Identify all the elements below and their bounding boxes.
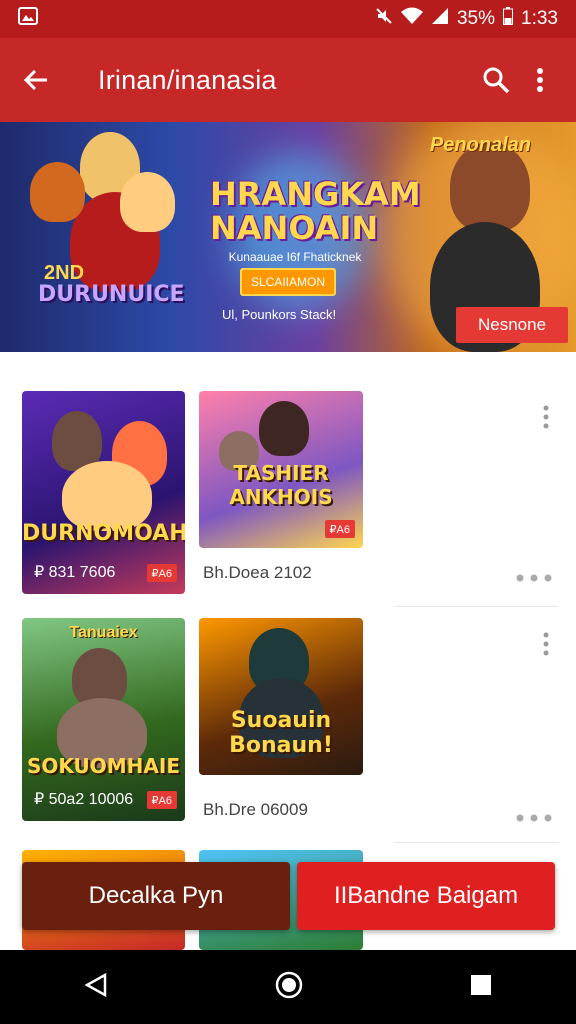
- card-tag: ₽A6: [324, 520, 355, 538]
- banner-cta-button[interactable]: Nesnone: [456, 307, 568, 343]
- row-divider: [395, 606, 558, 607]
- item-menu-button[interactable]: [536, 632, 556, 656]
- card-caption: Bh.Doea 2102: [203, 563, 312, 582]
- game-card[interactable]: TASHIER ANKHOIS ₽A6: [199, 391, 363, 548]
- status-bar: 35% 1:33: [0, 0, 576, 38]
- promo-banner[interactable]: DURUNUICE 2ND HRANGKAM NANOAIN Kunaauae …: [0, 122, 576, 352]
- recents-square-icon: [471, 974, 492, 995]
- item-menu-button[interactable]: [536, 405, 556, 429]
- banner-left-title: DURUNUICE: [38, 282, 185, 307]
- more-vert-icon: [537, 68, 543, 92]
- item-options-button[interactable]: [516, 566, 552, 587]
- home-circle-icon: [275, 971, 303, 998]
- game-price: ₽ 831 7606: [34, 564, 116, 581]
- game-card[interactable]: Suoauin Bonaun!: [199, 618, 363, 775]
- game-price: ₽ 50a2 10006: [34, 791, 134, 808]
- banner-title: HRANGKAM NANOAIN: [210, 175, 421, 247]
- nav-home-button[interactable]: [274, 970, 304, 1005]
- more-vert-icon: [543, 632, 549, 656]
- app-title: Irinan/inanasia: [98, 64, 277, 95]
- card-caption: Bh.Dre 06009: [203, 800, 308, 819]
- banner-left-badge: 2ND: [44, 262, 85, 284]
- search-icon: [483, 67, 510, 94]
- more-horiz-icon: [516, 574, 552, 582]
- wifi-icon: [400, 7, 423, 31]
- more-vert-icon: [543, 405, 549, 429]
- price-tag: ₽A6: [146, 791, 177, 809]
- more-horiz-icon: [516, 814, 552, 822]
- game-title: TASHIER ANKHOIS: [229, 461, 333, 509]
- back-button[interactable]: [14, 58, 58, 102]
- row-divider: [395, 842, 558, 843]
- back-arrow-icon: [23, 69, 47, 91]
- banner-subtitle: Kunaauae I6f Fhaticknek: [228, 250, 362, 264]
- banner-chip: SLCAIIAMON: [240, 268, 336, 296]
- nav-back-button[interactable]: [83, 972, 109, 1003]
- app-bar: Irinan/inanasia: [0, 38, 576, 122]
- system-nav-bar: [0, 950, 576, 1024]
- secondary-action-button[interactable]: IIBandne Baigam: [297, 862, 555, 930]
- mute-icon: [375, 7, 393, 31]
- battery-percent: 35%: [456, 8, 496, 29]
- game-title: SOKUOMHAIE: [26, 754, 181, 778]
- banner-right-title: Penonalan: [429, 134, 531, 156]
- item-options-button[interactable]: [516, 806, 552, 827]
- game-title: Suoauin Bonaun!: [229, 708, 333, 758]
- back-triangle-icon: [84, 972, 106, 997]
- search-button[interactable]: [474, 58, 518, 102]
- game-tile[interactable]: Tanuaiex SOKUOMHAIE ₽ 50a2 10006 ₽A6: [22, 618, 185, 821]
- notification-icon: [18, 7, 38, 31]
- clock: 1:33: [521, 8, 558, 29]
- game-title: DURNOMOAH: [22, 521, 185, 546]
- banner-footer: Ul, Pounkors Stack!: [222, 307, 337, 322]
- game-header: Tanuaiex: [69, 624, 138, 641]
- primary-action-button[interactable]: Decalka Pyn: [22, 862, 290, 930]
- nav-recents-button[interactable]: [469, 973, 493, 1002]
- game-tile[interactable]: DURNOMOAH ₽ 831 7606 ₽A6: [22, 391, 185, 594]
- overflow-menu-button[interactable]: [518, 58, 562, 102]
- price-tag: ₽A6: [146, 564, 177, 582]
- battery-icon: [503, 7, 514, 31]
- signal-icon: [431, 7, 449, 31]
